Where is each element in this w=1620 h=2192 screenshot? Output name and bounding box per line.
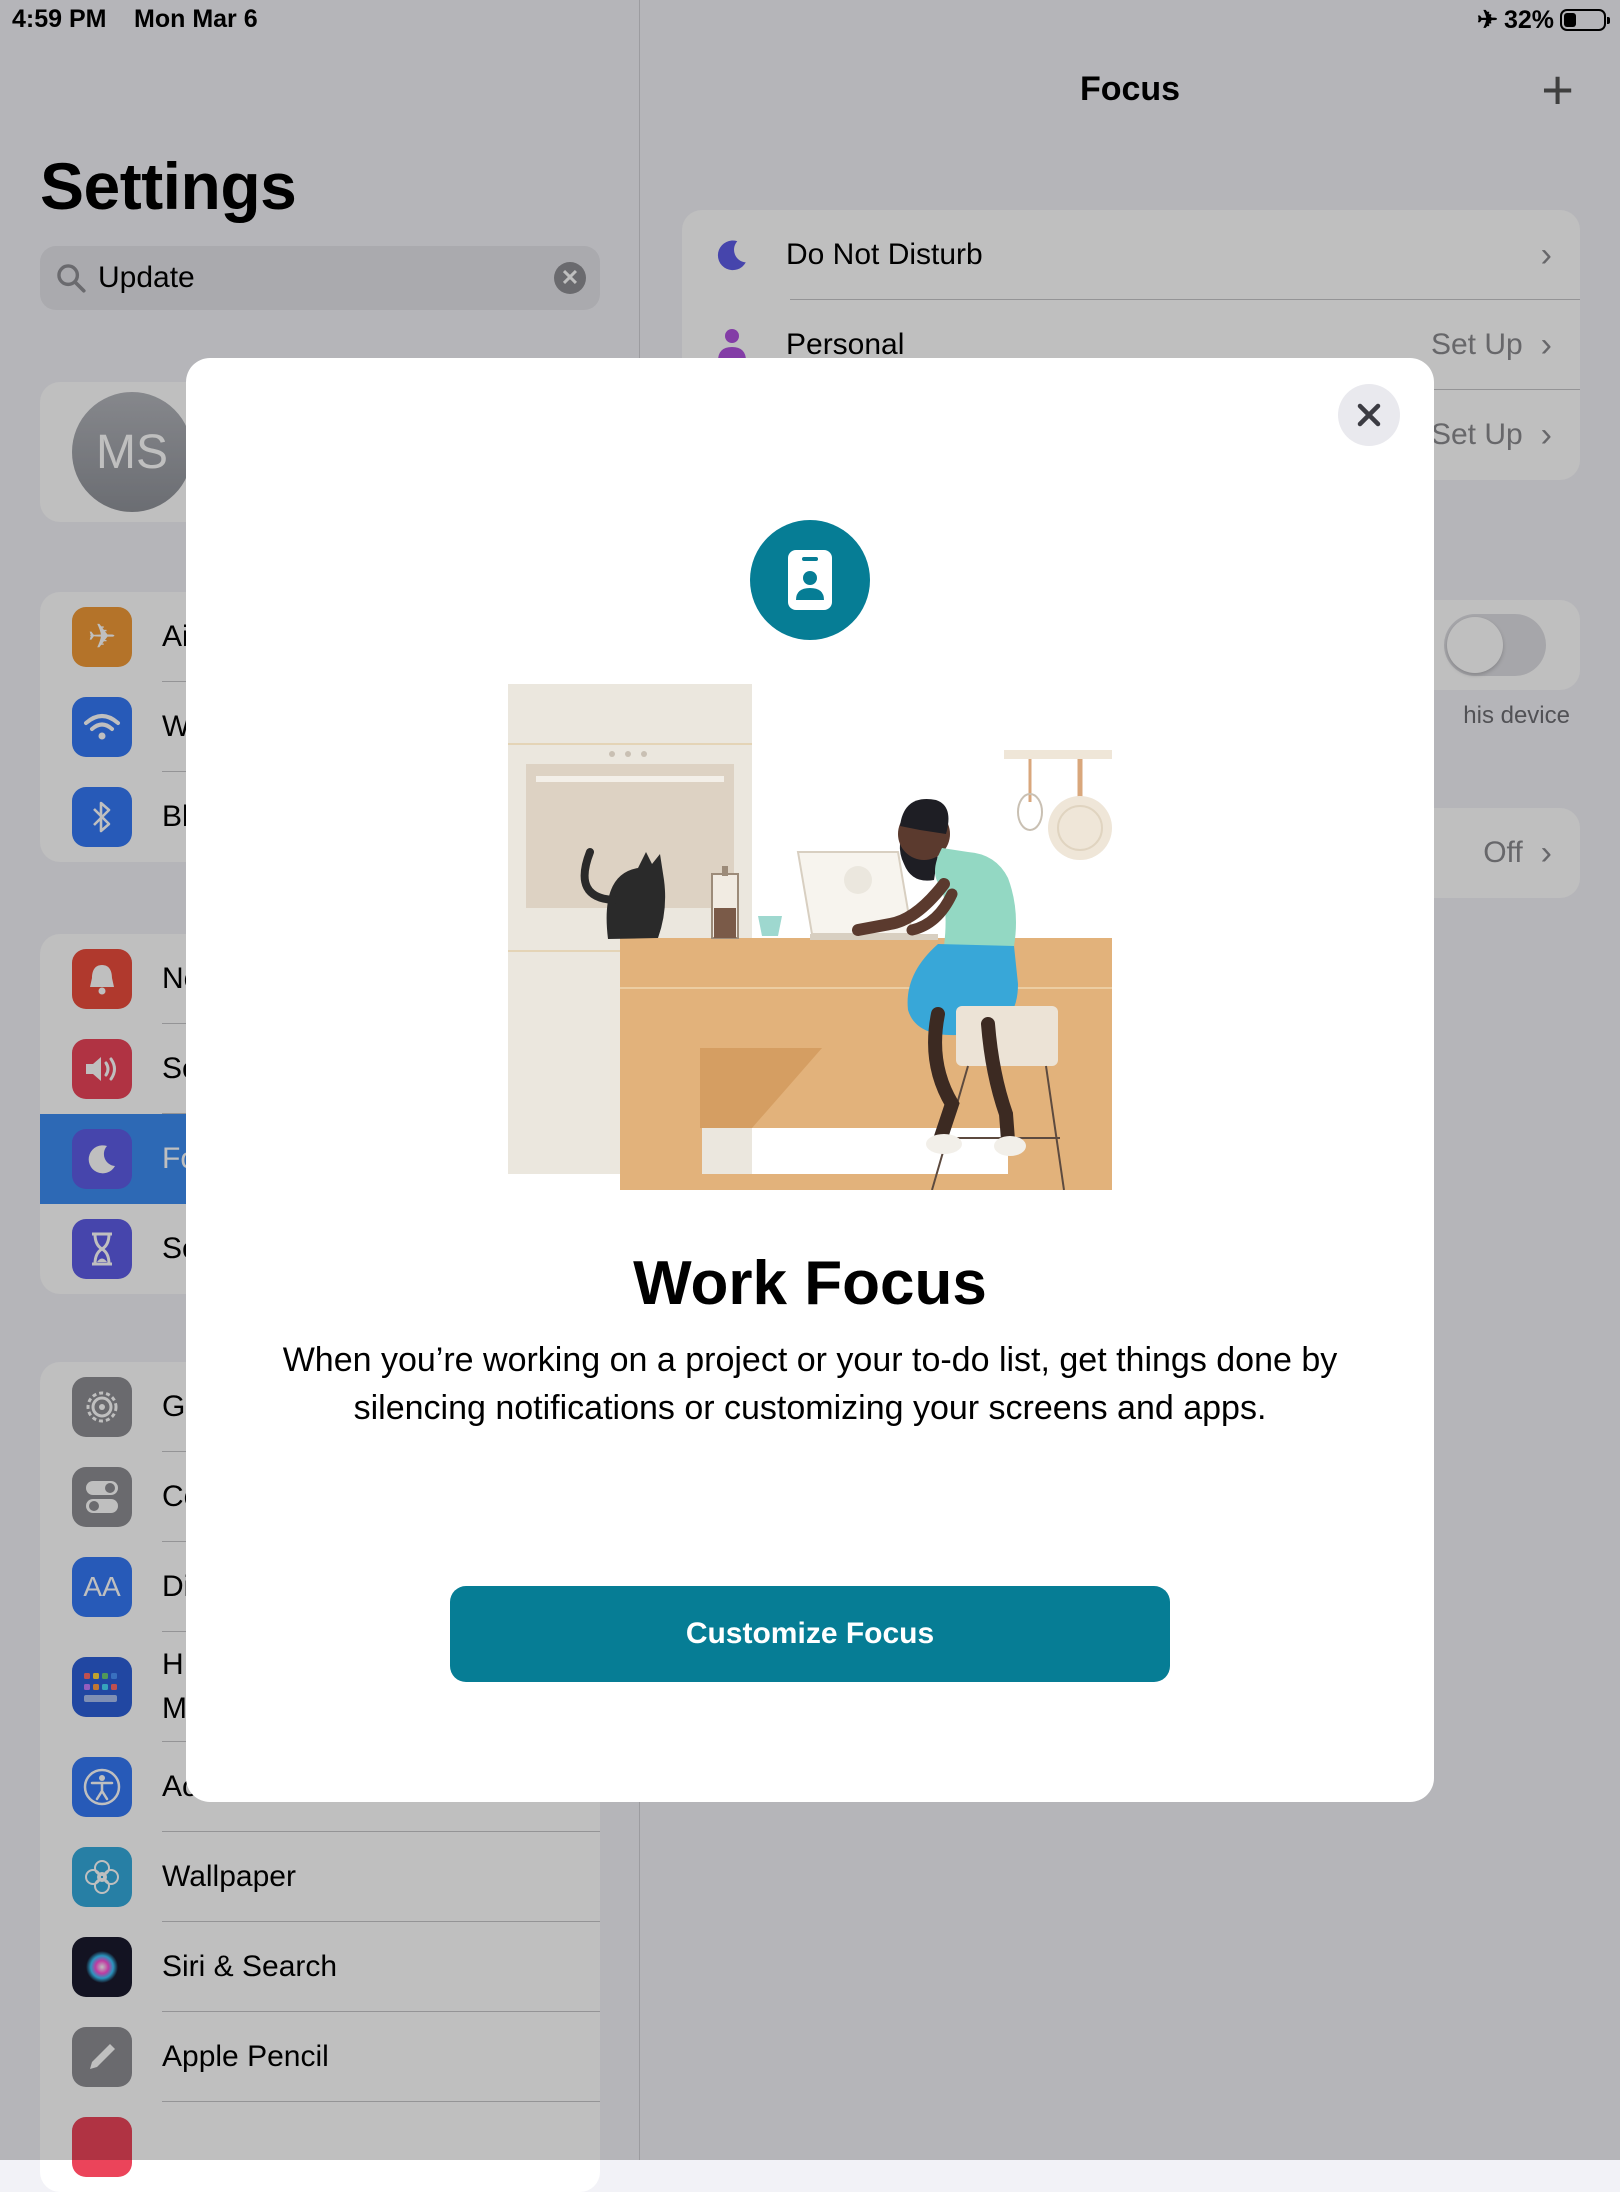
- customize-focus-button[interactable]: Customize Focus: [450, 1586, 1170, 1682]
- close-icon: [1357, 403, 1381, 427]
- close-button[interactable]: [1338, 384, 1400, 446]
- status-bar: 4:59 PM Mon Mar 6 ✈ 32%: [0, 0, 1620, 40]
- id-badge-icon: [750, 520, 870, 640]
- work-focus-illustration: [508, 684, 1112, 1190]
- work-focus-modal: Work Focus When you’re working on a proj…: [186, 358, 1434, 1802]
- modal-description: When you’re working on a project or your…: [282, 1341, 1338, 1427]
- battery-percent: 32%: [1503, 5, 1554, 34]
- status-date: Mon Mar 6: [134, 5, 258, 33]
- airplane-mode-icon: ✈: [1477, 6, 1498, 34]
- status-right: ✈ 32%: [1477, 5, 1610, 35]
- battery-icon: [1560, 9, 1610, 31]
- status-time: 4:59 PM: [12, 5, 107, 33]
- modal-title: Work Focus: [633, 1249, 987, 1318]
